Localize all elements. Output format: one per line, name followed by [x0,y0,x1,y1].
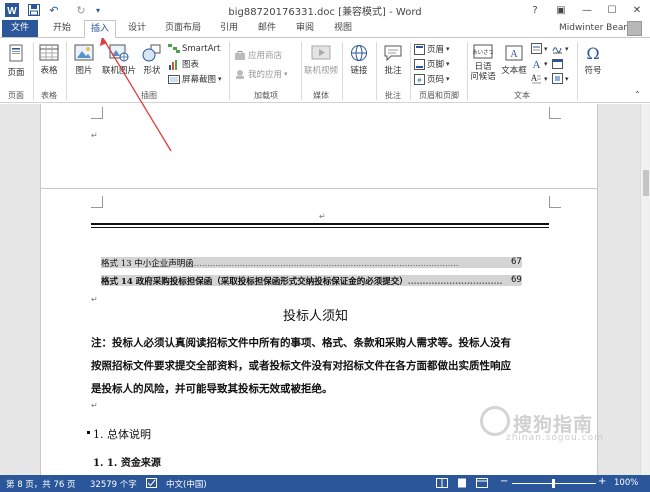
read-mode-icon[interactable] [436,478,448,491]
print-layout-icon[interactable] [456,478,468,491]
zoom-slider-thumb[interactable] [552,479,555,488]
web-layout-icon[interactable] [476,478,488,491]
zoom-in-button[interactable]: + [598,476,606,487]
zoom-out-button[interactable]: − [500,476,508,487]
page-count[interactable]: 第 8 页，共 76 页 [6,478,76,490]
word-count[interactable]: 32579 个字 [90,478,137,490]
zoom-level[interactable]: 100% [614,478,638,488]
status-bar: 第 8 页，共 76 页 32579 个字 中文(中国) − + 100% [0,475,650,492]
proofing-icon[interactable] [146,478,157,491]
language-indicator[interactable]: 中文(中国) [166,478,207,490]
tab-insert[interactable]: 插入 [84,20,116,38]
annotation-arrow [100,36,172,152]
